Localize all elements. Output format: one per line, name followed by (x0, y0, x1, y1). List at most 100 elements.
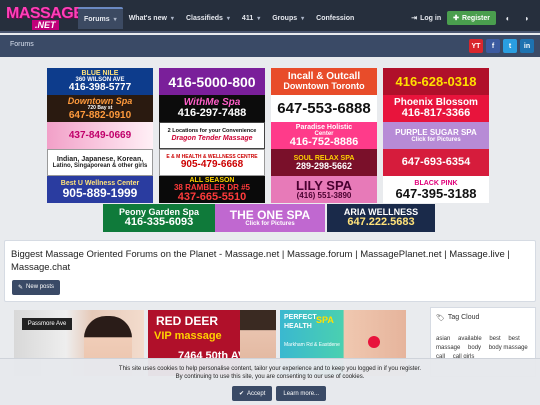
banner-purple-sugar[interactable]: PURPLE SUGAR SPA Click for Pictures (383, 122, 489, 149)
banner-dragon-tender[interactable]: 2 Locations for your Convenience Dragon … (159, 122, 265, 149)
ad-perfect-health-address: Markham Rd & Eastdene (284, 342, 340, 348)
login-label: Log in (420, 14, 442, 22)
nav-forums-label: Forums (84, 15, 110, 23)
tag-link[interactable]: available (458, 336, 482, 342)
nav-forums[interactable]: Forums ▾ (78, 7, 123, 29)
banner-437-849-0669[interactable]: 437-849-0669 (47, 122, 153, 149)
tag-icon: 🏷 (436, 315, 445, 322)
tag-cloud-title: 🏷 Tag Cloud (436, 314, 479, 322)
account-nav: ⇥ Log in ✚ Register ◐ ◑ (411, 11, 532, 25)
ad-red-deer-title: RED DEER (156, 314, 219, 328)
banner-black-pink[interactable]: BLACK PINK 647-395-3188 (383, 176, 489, 203)
nav-whats-new[interactable]: What's new ▾ (123, 7, 180, 29)
ad-perfect-health-spa: SPA (316, 315, 334, 325)
register-label: Register (461, 14, 490, 22)
main-nav: Forums ▾ What's new ▾ Classifieds ▾ 411 ▾ Gr… (78, 7, 360, 29)
chevron-down-icon[interactable]: ▾ (301, 15, 304, 22)
banner-text: Paradise Holistic (295, 123, 353, 131)
banner-grid: BLUE NILE 360 WILSON AVE 416-398-5777 41… (47, 68, 489, 233)
chevron-down-icon[interactable]: ▾ (257, 15, 260, 22)
style-chooser-icon[interactable]: ◑ (520, 14, 532, 23)
banner-text: 647-693-6354 (401, 156, 471, 168)
chevron-down-icon[interactable]: ▾ (227, 15, 230, 22)
nav-confession-label: Confession (316, 14, 355, 22)
banner-text: Click for Pictures (245, 221, 295, 227)
new-posts-label: New posts (26, 284, 55, 290)
banner-blue-nile[interactable]: BLUE NILE 360 WILSON AVE 416-398-5777 (47, 68, 153, 95)
nav-groups[interactable]: Groups ▾ (266, 7, 310, 29)
banner-text: Indian, Japanese, Korean, (56, 156, 144, 163)
register-icon: ✚ (453, 15, 459, 22)
top-navigation-bar: MASSAGE .NET Forums ▾ What's new ▾ Classif… (0, 0, 540, 33)
ad-passmore-text: Passmore Ave (27, 321, 67, 327)
nav-groups-label: Groups (272, 14, 298, 22)
banner-text: 905-479-6668 (180, 159, 244, 170)
banner-lily-spa[interactable]: LILY SPA (416) 551-3890 (271, 176, 377, 203)
facebook-icon[interactable]: f (486, 39, 500, 53)
banner-text: Dragon Tender Massage (171, 134, 253, 142)
banner-text: 905-889-1999 (62, 186, 138, 200)
twitter-icon[interactable]: t (503, 39, 517, 53)
banner-647-553-6888[interactable]: 647-553-6888 (271, 95, 377, 122)
youtube-icon[interactable]: YT (469, 39, 483, 53)
banner-text: 416-628-0318 (395, 74, 477, 89)
banner-withme-spa[interactable]: WithMe Spa 416-297-7488 (159, 95, 265, 122)
login-button[interactable]: ⇥ Log in (411, 14, 442, 23)
nav-confession[interactable]: Confession (310, 7, 360, 29)
site-description-box: Biggest Massage Oriented Forums on the P… (4, 240, 536, 302)
tag-link[interactable]: body (468, 345, 481, 351)
check-icon: ✔ (239, 391, 245, 397)
banner-peony-garden[interactable]: Peony Garden Spa 416-335-6093 (103, 204, 215, 232)
banner-text: 289-298-5662 (295, 160, 353, 171)
banner-text: 647-553-6888 (277, 100, 371, 117)
nav-classifieds-label: Classifieds (185, 14, 223, 22)
cookie-line-2: By continuing to use this site, you are … (175, 374, 365, 380)
banner-best-u[interactable]: Best U Wellness Center 905-889-1999 (47, 176, 153, 203)
banner-text: PURPLE SUGAR SPA (395, 127, 477, 137)
site-logo[interactable]: MASSAGE .NET (6, 5, 84, 31)
cookie-text: This site uses cookies to help personali… (0, 365, 540, 381)
chevron-down-icon[interactable]: ▾ (114, 16, 117, 23)
banner-soul-relax[interactable]: SOUL RELAX SPA 289-298-5662 (271, 149, 377, 176)
banner-aria-wellness[interactable]: ARIA WELLNESS 647.222.5683 (327, 204, 435, 232)
cookie-line-1: This site uses cookies to help personali… (118, 366, 422, 372)
banner-text: 437-849-0669 (68, 129, 132, 141)
theme-toggle-icon[interactable]: ◐ (502, 14, 514, 23)
banner-text: 416-335-6093 (124, 216, 194, 228)
banner-indian-japanese[interactable]: Indian, Japanese, Korean, Latino, Singap… (47, 149, 153, 176)
banner-text: Click for Pictures (411, 136, 461, 143)
banner-text: 647.222.5683 (347, 216, 415, 228)
banner-all-season[interactable]: ALL SEASON 38 RAMBLER DR #5 437-665-5510 (159, 176, 265, 203)
social-links: YT f t in (469, 39, 534, 53)
banner-text: 416-752-8886 (289, 135, 359, 148)
banner-em-health[interactable]: E & M HEALTH & WELLNESS CENTRE 905-479-6… (159, 149, 265, 176)
banner-paradise-holistic[interactable]: Paradise Holistic Center 416-752-8886 (271, 122, 377, 149)
tag-link[interactable]: body massage (489, 345, 528, 351)
new-posts-button[interactable]: ✎ New posts (12, 280, 61, 295)
accept-cookies-button[interactable]: ✔ Accept (232, 386, 273, 401)
banner-416-5000-800[interactable]: 416-5000-800 (159, 68, 265, 95)
linkedin-icon[interactable]: in (520, 39, 534, 53)
site-description: Biggest Massage Oriented Forums on the P… (11, 249, 510, 273)
nav-411[interactable]: 411 ▾ (236, 7, 266, 29)
banner-the-one-spa[interactable]: THE ONE SPA Click for Pictures (215, 204, 325, 232)
tag-cloud-title-text: Tag Cloud (447, 314, 480, 321)
tag-link[interactable]: best (489, 336, 500, 342)
chevron-down-icon[interactable]: ▾ (171, 15, 174, 22)
banner-text: 416-5000-800 (168, 73, 256, 90)
learn-more-button[interactable]: Learn more... (276, 386, 327, 401)
banner-text: Latino, Singaporean & other girls (52, 163, 148, 169)
accept-label: Accept (247, 390, 266, 397)
breadcrumb[interactable]: Forums (10, 41, 34, 48)
banner-416-628-0318[interactable]: 416-628-0318 (383, 68, 489, 95)
banner-downtown-spa[interactable]: Downtown Spa 720 Bay st 647-882-0910 (47, 95, 153, 122)
learn-more-label: Learn more... (283, 390, 320, 397)
register-button[interactable]: ✚ Register (447, 11, 496, 25)
tag-link[interactable]: asian (436, 336, 450, 342)
banner-text: 416-398-5777 (68, 82, 132, 93)
banner-text: 647-395-3188 (395, 185, 477, 201)
banner-incall-outcall[interactable]: Incall & Outcall Downtown Toronto (271, 68, 377, 95)
nav-classifieds[interactable]: Classifieds ▾ (180, 7, 236, 29)
banner-phoenix-blossom[interactable]: Phoenix Blossom 416-817-3366 (383, 95, 489, 122)
banner-647-693-6354[interactable]: 647-693-6354 (383, 149, 489, 176)
